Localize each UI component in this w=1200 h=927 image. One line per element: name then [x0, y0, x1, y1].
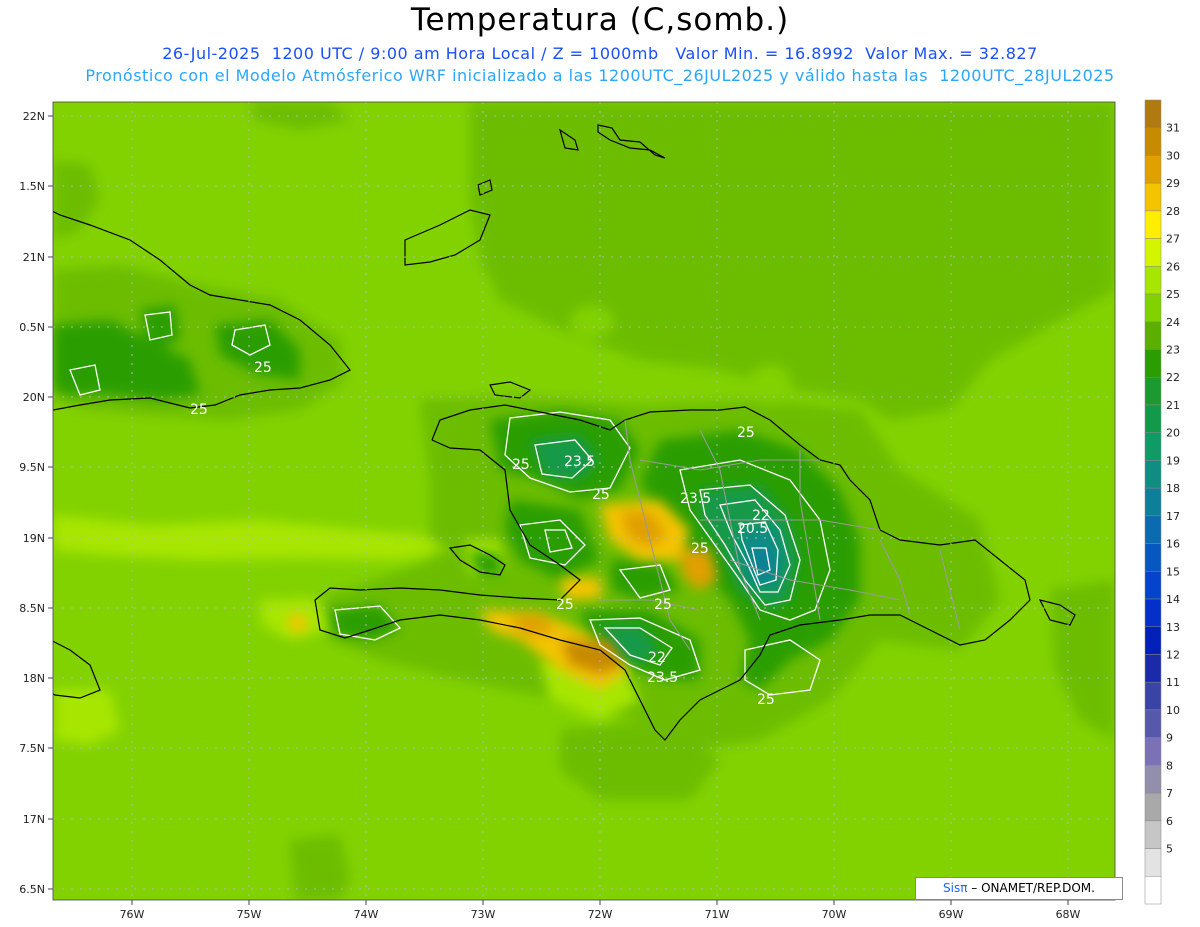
credit-brand: Sisπ: [943, 881, 968, 895]
contour-label: 25: [556, 597, 574, 613]
colorbar: 31 30 29 28 27 26 25 24 23 22 21 20 19 18 17 16 15 14 13 12…: [1144, 99, 1180, 905]
lat-tick-label: 0.5N: [19, 321, 45, 334]
colorbar-label: 28: [1166, 205, 1180, 218]
colorbar-swatch: [1144, 543, 1162, 572]
colorbar-swatch: [1144, 820, 1162, 849]
colorbar-swatch: [1144, 765, 1162, 794]
lat-tick-label: 22N: [23, 110, 45, 123]
colorbar-label: 15: [1166, 565, 1180, 578]
colorbar-swatch: [1144, 737, 1162, 766]
colorbar-swatch: [1144, 848, 1162, 877]
colorbar-label: 11: [1166, 676, 1180, 689]
colorbar-swatch: [1144, 404, 1162, 433]
colorbar-label: 12: [1166, 648, 1180, 661]
colorbar-swatch: [1144, 182, 1162, 212]
colorbar-label: 17: [1166, 510, 1180, 523]
colorbar-label: 19: [1166, 454, 1180, 467]
colorbar-swatch: [1144, 155, 1162, 184]
colorbar-swatch: [1144, 376, 1162, 406]
colorbar-swatch: [1144, 210, 1162, 239]
colorbar-swatch: [1144, 238, 1162, 267]
lat-tick-label: 18N: [23, 672, 45, 685]
map-plot-area: 25 25 25 23.5 25 23.5 22 20.5 25 25 25 2…: [53, 102, 1115, 900]
lat-tick-label: 17N: [23, 813, 45, 826]
latitude-axis: 22N 1.5N 21N 0.5N 20N 9.5N 19N 8.5N 18N …: [19, 110, 53, 896]
colorbar-swatch: [1144, 709, 1162, 738]
lon-tick-label: 70W: [822, 908, 847, 921]
lat-tick-label: 9.5N: [19, 461, 45, 474]
contour-label: 25: [592, 487, 610, 503]
credit-box: Sisπ – ONAMET/REP.DOM.: [915, 877, 1123, 900]
colorbar-swatch: [1144, 460, 1162, 489]
colorbar-label: 22: [1166, 371, 1180, 384]
colorbar-label: 26: [1166, 260, 1180, 273]
lon-tick-label: 72W: [588, 908, 613, 921]
colorbar-label: 30: [1166, 149, 1180, 162]
lon-tick-label: 68W: [1056, 908, 1081, 921]
contour-label: 25: [737, 425, 755, 441]
lon-tick-label: 74W: [354, 908, 379, 921]
colorbar-label: 27: [1166, 233, 1180, 246]
colorbar-swatch: [1144, 626, 1162, 655]
colorbar-swatch: [1144, 792, 1162, 822]
lon-tick-label: 76W: [120, 908, 145, 921]
lon-tick-label: 69W: [939, 908, 964, 921]
lat-tick-label: 21N: [23, 251, 45, 264]
colorbar-label: 5: [1166, 843, 1173, 856]
lat-tick-label: 19N: [23, 532, 45, 545]
colorbar-label: 10: [1166, 704, 1180, 717]
colorbar-label: 14: [1166, 593, 1180, 606]
lat-tick-label: 7.5N: [19, 742, 45, 755]
contour-label: 22: [648, 650, 666, 666]
colorbar-label: 6: [1166, 815, 1173, 828]
contour-label: 25: [757, 692, 775, 708]
colorbar-swatch: [1144, 127, 1162, 156]
colorbar-swatch: [1144, 266, 1162, 295]
colorbar-swatch: [1144, 99, 1162, 128]
colorbar-label: 8: [1166, 759, 1173, 772]
colorbar-label: 25: [1166, 288, 1180, 301]
contour-label: 25: [190, 402, 208, 418]
colorbar-swatch: [1144, 681, 1162, 711]
contour-label: 20.5: [737, 521, 768, 537]
credit-text: – ONAMET/REP.DOM.: [967, 881, 1095, 895]
colorbar-swatch: [1144, 598, 1162, 628]
colorbar-swatch: [1144, 293, 1162, 323]
lat-tick-label: 20N: [23, 391, 45, 404]
colorbar-label: 31: [1166, 122, 1180, 135]
colorbar-label: 18: [1166, 482, 1180, 495]
temperature-map: 25 25 25 23.5 25 23.5 22 20.5 25 25 25 2…: [19, 99, 1180, 921]
contour-label: 25: [654, 597, 672, 613]
longitude-axis: 76W 75W 74W 73W 72W 71W 70W 69W 68W: [120, 900, 1081, 921]
colorbar-label: 24: [1166, 316, 1180, 329]
colorbar-label: 7: [1166, 787, 1173, 800]
colorbar-swatch: [1144, 515, 1162, 544]
colorbar-label: 21: [1166, 399, 1180, 412]
contour-label: 23.5: [564, 454, 595, 470]
lat-tick-label: 8.5N: [19, 602, 45, 615]
colorbar-label: 20: [1166, 427, 1180, 440]
lon-tick-label: 73W: [471, 908, 496, 921]
colorbar-swatch: [1144, 876, 1162, 905]
colorbar-swatch: [1144, 321, 1162, 350]
colorbar-swatch: [1144, 487, 1162, 517]
colorbar-swatch: [1144, 571, 1162, 600]
colorbar-label: 16: [1166, 538, 1180, 551]
contour-label: 23.5: [680, 491, 711, 507]
colorbar-swatch: [1144, 654, 1162, 683]
lat-tick-label: 1.5N: [19, 180, 45, 193]
colorbar-swatch: [1144, 432, 1162, 461]
contour-label: 25: [254, 360, 272, 376]
colorbar-label: 13: [1166, 621, 1180, 634]
colorbar-swatch: [1144, 349, 1162, 378]
lat-tick-label: 6.5N: [19, 883, 45, 896]
contour-label: 23.5: [647, 670, 678, 686]
colorbar-label: 23: [1166, 344, 1180, 357]
lon-tick-label: 75W: [237, 908, 262, 921]
colorbar-label: 9: [1166, 732, 1173, 745]
contour-label: 25: [691, 541, 709, 557]
colorbar-label: 29: [1166, 177, 1180, 190]
lon-tick-label: 71W: [705, 908, 730, 921]
contour-label: 25: [512, 457, 530, 473]
